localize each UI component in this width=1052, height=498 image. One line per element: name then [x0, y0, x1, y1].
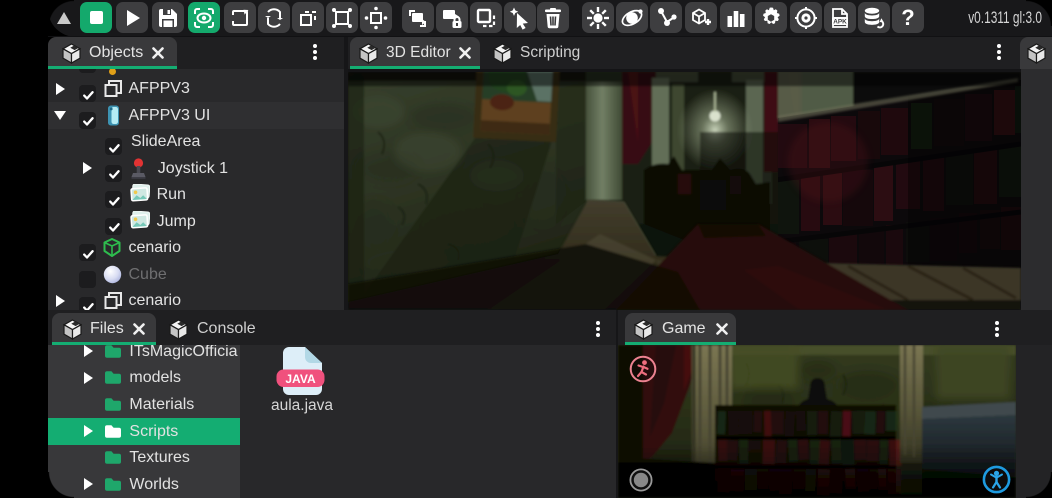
svg-text:APK: APK [833, 18, 847, 25]
svg-text:JAVA: JAVA [285, 372, 316, 386]
